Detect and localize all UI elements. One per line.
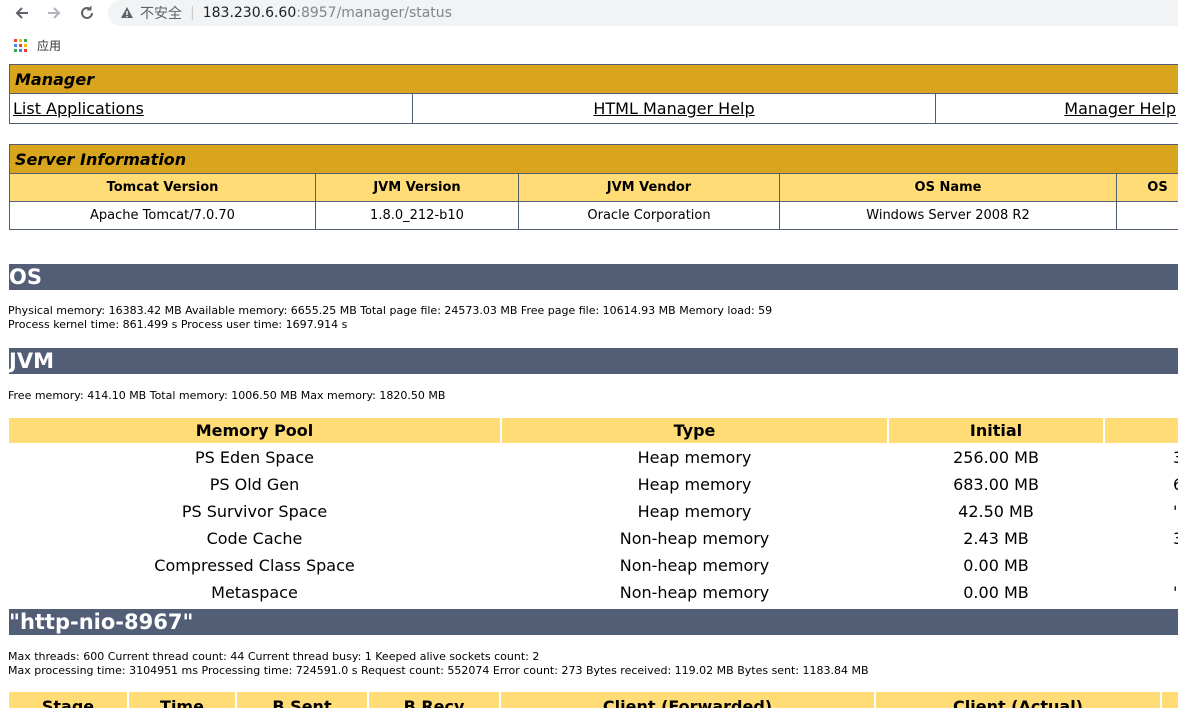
pool-extra bbox=[1105, 553, 1178, 578]
connector-stats-line1: Max threads: 600 Current thread count: 4… bbox=[8, 650, 540, 663]
jvm-section-title: JVM bbox=[9, 348, 1178, 374]
pool-name: PS Survivor Space bbox=[181, 502, 328, 521]
url-path: :8957/manager/status bbox=[296, 5, 452, 21]
stage-header-stage: Stage bbox=[9, 692, 127, 708]
connector-section-title: "http-nio-8967" bbox=[9, 609, 1178, 635]
warning-icon bbox=[120, 6, 134, 20]
os-stats: Physical memory: 16383.42 MB Available m… bbox=[8, 304, 772, 332]
address-bar[interactable]: 不安全 | 183.230.6.60:8957/manager/status bbox=[108, 0, 1178, 26]
os-stats-line1: Physical memory: 16383.42 MB Available m… bbox=[8, 304, 773, 317]
value-tomcat-version: Apache Tomcat/7.0.70 bbox=[9, 201, 316, 230]
pool-extra: 3 bbox=[1105, 445, 1178, 470]
pool-header-extra bbox=[1105, 418, 1178, 443]
pool-name: PS Old Gen bbox=[209, 475, 300, 494]
table-row: Compressed Class Space Non-heap memory 0… bbox=[9, 553, 1178, 578]
os-section-title: OS bbox=[9, 264, 1178, 290]
apps-grid-icon bbox=[14, 38, 27, 52]
html-manager-help-cell: HTML Manager Help bbox=[412, 93, 936, 124]
value-os bbox=[1116, 201, 1178, 230]
bookmark-apps-label: 应用 bbox=[37, 38, 62, 53]
server-info-title: Server Information bbox=[9, 144, 1178, 174]
pool-extra: ' bbox=[1173, 502, 1178, 521]
list-applications-link[interactable]: List Applications bbox=[13, 99, 144, 118]
arrow-left-icon bbox=[15, 7, 28, 19]
arrow-right-icon bbox=[48, 7, 61, 19]
header-jvm-version: JVM Version bbox=[315, 173, 519, 202]
page-content: Manager List Applications HTML Manager H… bbox=[0, 60, 1178, 708]
pool-type: Non-heap memory bbox=[619, 529, 770, 548]
header-os: OS bbox=[1116, 173, 1178, 202]
manager-help-cell: Manager Help bbox=[935, 93, 1178, 124]
stage-header-bytes-sent: B Sent bbox=[237, 692, 367, 708]
header-jvm-vendor: JVM Vendor bbox=[518, 173, 780, 202]
pool-type: Non-heap memory bbox=[619, 583, 770, 602]
pool-initial: 0.00 MB bbox=[963, 556, 1029, 575]
list-applications-cell: List Applications bbox=[9, 93, 413, 124]
connector-stats-line2: Max processing time: 3104951 ms Processi… bbox=[8, 664, 869, 677]
pool-initial: 683.00 MB bbox=[953, 475, 1039, 494]
pool-extra: 6 bbox=[1105, 472, 1178, 497]
header-os-name: OS Name bbox=[779, 173, 1117, 202]
stage-header-time: Time bbox=[129, 692, 235, 708]
manager-table: Manager List Applications HTML Manager H… bbox=[9, 64, 1178, 124]
pool-type: Non-heap memory bbox=[619, 556, 770, 575]
pool-type: Heap memory bbox=[637, 448, 752, 467]
table-row: PS Survivor Space Heap memory 42.50 MB ' bbox=[9, 499, 1178, 524]
pool-name: Compressed Class Space bbox=[154, 556, 355, 575]
url-host: 183.230.6.60 bbox=[202, 5, 297, 21]
reload-button[interactable] bbox=[76, 2, 98, 24]
pool-type: Heap memory bbox=[637, 475, 752, 494]
jvm-stats: Free memory: 414.10 MB Total memory: 100… bbox=[8, 389, 445, 403]
stage-header-client-forwarded: Client (Forwarded) bbox=[501, 692, 874, 708]
pool-name: Code Cache bbox=[206, 529, 303, 548]
table-row: PS Old Gen Heap memory 683.00 MB 6 bbox=[9, 472, 1178, 497]
value-jvm-vendor: Oracle Corporation bbox=[518, 201, 780, 230]
header-tomcat-version: Tomcat Version bbox=[9, 173, 316, 202]
html-manager-help-link[interactable]: HTML Manager Help bbox=[593, 99, 754, 118]
browser-toolbar: 不安全 | 183.230.6.60:8957/manager/status 应… bbox=[0, 0, 1178, 60]
security-label[interactable]: 不安全 bbox=[140, 3, 182, 23]
server-info-table: Server Information Tomcat Version JVM Ve… bbox=[9, 144, 1178, 230]
back-button[interactable] bbox=[11, 2, 33, 24]
manager-title: Manager bbox=[9, 64, 1178, 94]
os-stats-line2: Process kernel time: 861.499 s Process u… bbox=[8, 318, 348, 331]
pool-extra: ' bbox=[1173, 583, 1178, 602]
jvm-stats-line1: Free memory: 414.10 MB Total memory: 100… bbox=[8, 389, 446, 402]
forward-button[interactable] bbox=[43, 2, 65, 24]
pool-header-type: Type bbox=[502, 418, 887, 443]
connector-stats: Max threads: 600 Current thread count: 4… bbox=[8, 650, 869, 678]
value-jvm-version: 1.8.0_212-b10 bbox=[315, 201, 519, 230]
stage-header-client-actual: Client (Actual) bbox=[876, 692, 1160, 708]
table-row: PS Eden Space Heap memory 256.00 MB 3 bbox=[9, 445, 1178, 470]
memory-pool-table: Memory Pool Type Initial PS Eden Space H… bbox=[7, 416, 1178, 607]
url-separator: | bbox=[190, 5, 195, 21]
manager-help-link[interactable]: Manager Help bbox=[1064, 99, 1176, 118]
value-os-name: Windows Server 2008 R2 bbox=[779, 201, 1117, 230]
pool-initial: 42.50 MB bbox=[958, 502, 1034, 521]
pool-initial: 256.00 MB bbox=[953, 448, 1039, 467]
pool-type: Heap memory bbox=[637, 502, 752, 521]
pool-header-name: Memory Pool bbox=[9, 418, 500, 443]
pool-header-initial: Initial bbox=[889, 418, 1103, 443]
table-row: Code Cache Non-heap memory 2.43 MB 3 bbox=[9, 526, 1178, 551]
reload-icon bbox=[81, 6, 93, 19]
pool-name: Metaspace bbox=[211, 583, 298, 602]
pool-extra: 3 bbox=[1105, 526, 1178, 551]
table-row: Metaspace Non-heap memory 0.00 MB ' bbox=[9, 580, 1178, 605]
bookmark-apps[interactable]: 应用 bbox=[14, 36, 61, 54]
pool-initial: 0.00 MB bbox=[963, 583, 1029, 602]
stage-header-bytes-recv: B Recv bbox=[369, 692, 499, 708]
pool-name: PS Eden Space bbox=[195, 448, 314, 467]
request-stage-table: Stage Time B Sent B Recv Client (Forward… bbox=[7, 690, 1178, 708]
pool-initial: 2.43 MB bbox=[963, 529, 1029, 548]
stage-header-extra bbox=[1162, 692, 1178, 708]
